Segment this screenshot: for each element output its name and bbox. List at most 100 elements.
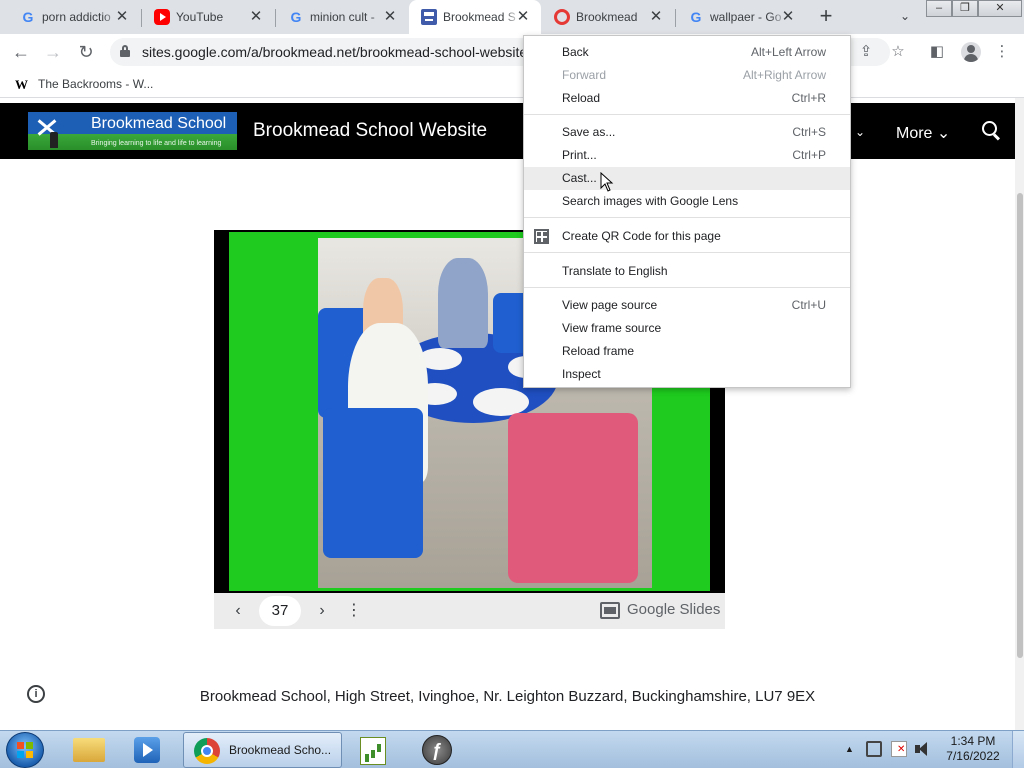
menu-item-label: Save as... <box>562 125 616 139</box>
tab-search-chevron-icon[interactable]: ⌄ <box>897 8 913 24</box>
tray-expand-icon[interactable]: ▲ <box>845 744 854 754</box>
tab-wallpaer[interactable]: G wallpaer - Go ✕ <box>676 0 806 34</box>
menu-item-reload-frame[interactable]: Reload frame <box>524 340 850 363</box>
menu-item-label: Forward <box>562 68 607 82</box>
bookmark-star-icon[interactable]: ☆ <box>890 44 906 60</box>
menu-item-cast[interactable]: Cast... <box>524 167 850 190</box>
browser-toolbar: ← → ↻ sites.google.com/a/brookmead.net/b… <box>0 34 1024 70</box>
red-ring-icon <box>554 9 570 25</box>
close-icon[interactable]: ✕ <box>648 9 664 25</box>
close-icon[interactable]: ✕ <box>515 9 531 25</box>
menu-item-save-as[interactable]: Save as... Ctrl+S <box>524 121 850 144</box>
pink-chair <box>508 413 638 583</box>
chrome-icon <box>194 738 220 764</box>
clock-time: 1:34 PM <box>950 734 996 748</box>
volume-icon[interactable] <box>914 741 930 757</box>
tab-brookmead-2[interactable]: Brookmead ✕ <box>542 0 674 34</box>
side-panel-icon[interactable]: ◧ <box>929 44 945 60</box>
menu-item-translate[interactable]: Translate to English <box>524 260 850 283</box>
clock-date: 7/16/2022 <box>946 749 1000 763</box>
tab-strip: G porn addictio ✕ YouTube ✕ G minion cul… <box>0 0 1024 34</box>
nav-more[interactable]: More ⌄ <box>896 123 950 143</box>
google-icon: G <box>690 9 702 25</box>
taskbar-chrome[interactable]: Brookmead Scho... <box>183 732 342 768</box>
taskbar-explorer[interactable] <box>64 733 114 767</box>
new-tab-button[interactable]: + <box>815 5 837 28</box>
tab-youtube[interactable]: YouTube ✕ <box>142 0 274 34</box>
tab-title: minion cult - <box>310 10 388 24</box>
menu-item-label: Translate to English <box>562 264 668 278</box>
taskbar-flash[interactable]: ƒ <box>412 733 462 767</box>
menu-item-print[interactable]: Print... Ctrl+P <box>524 144 850 167</box>
menu-item-back[interactable]: Back Alt+Left Arrow <box>524 41 850 64</box>
mouse-cursor-icon <box>600 172 614 192</box>
screen: G porn addictio ✕ YouTube ✕ G minion cul… <box>0 0 1024 768</box>
folder-icon <box>73 738 105 762</box>
previous-slide-icon[interactable]: ‹ <box>228 601 248 621</box>
search-icon[interactable] <box>981 120 1001 140</box>
menu-item-qr-code[interactable]: Create QR Code for this page <box>524 225 850 248</box>
share-icon[interactable]: ⇪ <box>858 44 874 60</box>
menu-item-inspect[interactable]: Inspect <box>524 363 850 386</box>
close-icon[interactable]: ✕ <box>382 9 398 25</box>
menu-item-view-frame-source[interactable]: View frame source <box>524 317 850 340</box>
menu-item-label: Print... <box>562 148 597 162</box>
school-logo[interactable]: Brookmead School Bringing learning to li… <box>28 112 237 150</box>
google-slides-icon[interactable] <box>600 602 620 619</box>
minimize-button[interactable]: – <box>926 0 952 17</box>
slides-menu-icon[interactable]: ⋮ <box>344 601 364 621</box>
window-close-button[interactable]: ✕ <box>978 0 1022 17</box>
start-button[interactable] <box>6 732 44 768</box>
bookmark-backrooms[interactable]: The Backrooms - W... <box>38 77 153 91</box>
tab-title: wallpaer - Go <box>710 10 788 24</box>
taskbar-chart-app[interactable] <box>348 733 398 767</box>
chevron-down-icon: ⌄ <box>936 125 951 142</box>
close-icon[interactable]: ✕ <box>248 9 264 25</box>
scrollbar-thumb[interactable] <box>1017 193 1023 658</box>
wikipedia-icon: W <box>15 77 28 92</box>
menu-item-label: Cast... <box>562 171 597 185</box>
restore-button[interactable]: ❐ <box>952 0 978 17</box>
network-icon[interactable] <box>866 741 882 757</box>
profile-avatar-icon[interactable] <box>961 42 981 62</box>
menu-item-google-lens[interactable]: Search images with Google Lens <box>524 190 850 213</box>
kebab-menu-icon[interactable]: ⋮ <box>994 44 1010 60</box>
menu-item-shortcut: Ctrl+P <box>792 148 826 162</box>
forward-arrow-icon[interactable]: → <box>43 42 63 62</box>
reload-icon[interactable]: ↻ <box>76 42 96 62</box>
close-icon[interactable]: ✕ <box>780 9 796 25</box>
menu-divider <box>524 217 850 218</box>
tab-brookmead-active[interactable]: Brookmead S ✕ <box>409 0 541 34</box>
menu-item-forward[interactable]: Forward Alt+Right Arrow <box>524 64 850 87</box>
nav-more-label: More <box>896 125 933 142</box>
tab-minion-cult[interactable]: G minion cult - ✕ <box>276 0 408 34</box>
show-desktop-button[interactable] <box>1012 731 1024 768</box>
footer-address: Brookmead School, High Street, Ivinghoe,… <box>199 688 816 705</box>
next-slide-icon[interactable]: › <box>312 601 332 621</box>
taskbar-media-player[interactable] <box>122 733 172 767</box>
menu-item-label: Reload <box>562 91 601 105</box>
chart-app-icon <box>360 737 386 765</box>
menu-item-shortcut: Ctrl+R <box>791 91 826 105</box>
tab-title: Brookmead <box>576 10 654 24</box>
tab-title: porn addictio <box>42 10 120 24</box>
menu-item-view-page-source[interactable]: View page source Ctrl+U <box>524 294 850 317</box>
action-center-icon[interactable] <box>891 741 907 757</box>
youtube-icon <box>154 9 170 25</box>
windmill-icon <box>34 116 60 148</box>
google-icon: G <box>22 9 34 25</box>
slide-number[interactable]: 37 <box>259 596 301 626</box>
menu-item-label: View page source <box>562 298 658 312</box>
media-player-icon <box>134 737 160 763</box>
back-arrow-icon[interactable]: ← <box>11 42 31 62</box>
menu-item-reload[interactable]: Reload Ctrl+R <box>524 87 850 110</box>
system-clock[interactable]: 1:34 PM 7/16/2022 <box>940 734 1006 764</box>
google-slides-label[interactable]: Google Slides <box>627 601 720 618</box>
tab-porn-addiction[interactable]: G porn addictio ✕ <box>8 0 140 34</box>
url-text[interactable]: sites.google.com/a/brookmead.net/brookme… <box>142 44 527 60</box>
context-menu: Back Alt+Left Arrow Forward Alt+Right Ar… <box>523 35 851 388</box>
chevron-down-icon[interactable]: ⌄ <box>855 125 869 139</box>
site-title[interactable]: Brookmead School Website <box>253 120 487 142</box>
page-scrollbar[interactable] <box>1015 98 1024 730</box>
close-icon[interactable]: ✕ <box>114 9 130 25</box>
